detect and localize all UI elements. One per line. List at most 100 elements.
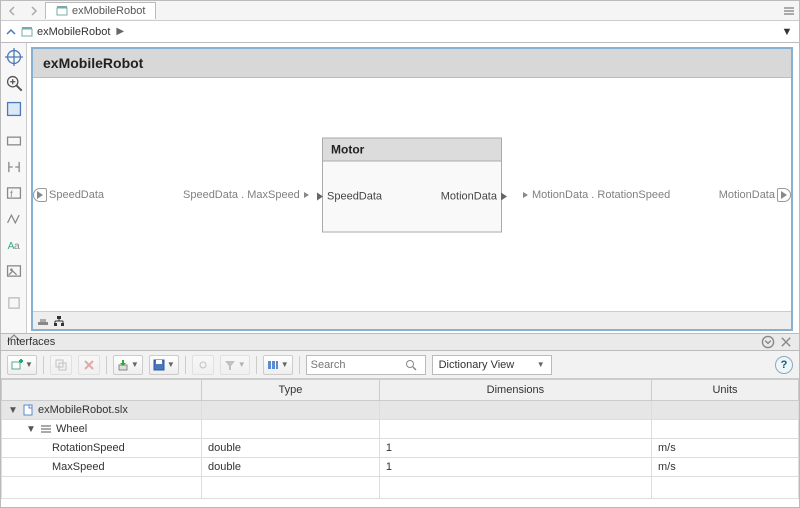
- table-row[interactable]: MaxSpeed double 1 m/s: [2, 458, 799, 477]
- input-port[interactable]: SpeedData: [33, 188, 104, 202]
- view-selector[interactable]: Dictionary View ▼: [432, 355, 552, 375]
- cell-dim[interactable]: [379, 401, 651, 420]
- arrow-right-icon: [523, 192, 528, 198]
- canvas-frame: exMobileRobot SpeedData MotionData Speed…: [31, 47, 793, 331]
- window-menu-icon[interactable]: [783, 5, 795, 17]
- chevron-down-icon: ▼: [281, 360, 289, 369]
- interface-icon: [40, 423, 52, 435]
- connector-out-label: MotionData . RotationSpeed: [523, 189, 670, 201]
- up-level-icon[interactable]: [5, 26, 17, 38]
- panel-close-icon[interactable]: [779, 335, 793, 349]
- canvas-footer: [33, 311, 791, 329]
- tool-bracket-icon[interactable]: [4, 157, 24, 177]
- row-label: RotationSpeed: [52, 442, 125, 454]
- tool-signal-icon[interactable]: [4, 209, 24, 229]
- block-input-port[interactable]: SpeedData: [317, 191, 382, 203]
- tool-image-icon[interactable]: [4, 261, 24, 281]
- col-dimensions[interactable]: Dimensions: [379, 380, 651, 401]
- table-row[interactable]: RotationSpeed double 1 m/s: [2, 439, 799, 458]
- tool-text-icon[interactable]: Aa: [4, 235, 24, 255]
- col-units[interactable]: Units: [651, 380, 798, 401]
- table-row-empty: [2, 477, 799, 499]
- arrow-right-icon: [304, 192, 309, 198]
- port-arrow-icon: [317, 193, 323, 201]
- cell-units[interactable]: [651, 420, 798, 439]
- tool-zoom-icon[interactable]: [4, 73, 24, 93]
- block-output-port[interactable]: MotionData: [441, 191, 507, 203]
- add-interface-button[interactable]: ▼: [7, 355, 37, 375]
- duplicate-button: [50, 355, 72, 375]
- nav-forward-icon[interactable]: [25, 3, 41, 19]
- search-icon: [405, 359, 417, 371]
- row-label: Wheel: [56, 423, 87, 435]
- output-port[interactable]: MotionData: [719, 188, 791, 202]
- cell-dim[interactable]: [379, 420, 651, 439]
- filter-button: ▼: [220, 355, 250, 375]
- breadcrumb-bar: exMobileRobot ▶ ▼: [1, 21, 799, 43]
- chevron-down-icon: ▼: [167, 360, 175, 369]
- panel-minimize-icon[interactable]: [761, 335, 775, 349]
- chevron-down-icon: ▼: [25, 360, 33, 369]
- link-button: [192, 355, 214, 375]
- delete-button: [78, 355, 100, 375]
- canvas-title: exMobileRobot: [33, 49, 791, 78]
- cell-units[interactable]: [651, 401, 798, 420]
- cell-units[interactable]: m/s: [651, 458, 798, 477]
- footer-stack-icon[interactable]: [37, 315, 49, 327]
- block-input-label: SpeedData: [327, 191, 382, 203]
- separator: [43, 356, 44, 374]
- left-toolbar: f Aa: [1, 43, 27, 333]
- tool-func-icon[interactable]: f: [4, 183, 24, 203]
- cell-type[interactable]: double: [202, 458, 380, 477]
- tool-fit-icon[interactable]: [4, 99, 24, 119]
- canvas-body[interactable]: SpeedData MotionData SpeedData . MaxSpee…: [33, 78, 791, 311]
- chevron-down-icon: ▼: [238, 360, 246, 369]
- output-port-label: MotionData: [719, 189, 775, 201]
- tree-toggle-icon[interactable]: ▼: [8, 405, 18, 416]
- tool-rect-icon[interactable]: [4, 131, 24, 151]
- cell-type[interactable]: [202, 420, 380, 439]
- panel-title: Interfaces: [7, 336, 55, 348]
- port-arrow-icon: [501, 193, 507, 201]
- svg-text:f: f: [10, 189, 13, 199]
- table-row[interactable]: ▼ Wheel: [2, 420, 799, 439]
- connector-text: SpeedData . MaxSpeed: [183, 189, 300, 201]
- cell-type[interactable]: [202, 401, 380, 420]
- tree-toggle-icon[interactable]: ▼: [26, 424, 36, 435]
- canvas-wrap: exMobileRobot SpeedData MotionData Speed…: [27, 43, 799, 333]
- view-selector-label: Dictionary View: [439, 359, 515, 371]
- columns-button[interactable]: ▼: [263, 355, 293, 375]
- block-title: Motor: [323, 139, 501, 162]
- cell-dim[interactable]: 1: [379, 439, 651, 458]
- cell-type[interactable]: double: [202, 439, 380, 458]
- model-icon: [56, 5, 68, 17]
- search-input[interactable]: [311, 359, 401, 371]
- nav-back-icon[interactable]: [5, 3, 21, 19]
- block-body: SpeedData MotionData: [323, 162, 501, 232]
- chevron-down-icon: ▼: [131, 360, 139, 369]
- separator: [185, 356, 186, 374]
- separator: [256, 356, 257, 374]
- tool-reticle-icon[interactable]: [4, 47, 24, 67]
- cell-dim[interactable]: 1: [379, 458, 651, 477]
- cell-units[interactable]: m/s: [651, 439, 798, 458]
- col-type[interactable]: Type: [202, 380, 380, 401]
- chevron-down-icon: ▼: [537, 360, 545, 369]
- col-name[interactable]: [2, 380, 202, 401]
- file-tab-label: exMobileRobot: [72, 5, 145, 17]
- tool-box-icon[interactable]: [4, 293, 24, 313]
- row-label: exMobileRobot.slx: [38, 404, 128, 416]
- footer-hierarchy-icon[interactable]: [53, 315, 65, 327]
- view-dropdown-icon[interactable]: ▼: [779, 26, 795, 38]
- connector-in-label: SpeedData . MaxSpeed: [183, 189, 309, 201]
- row-label: MaxSpeed: [52, 461, 105, 473]
- file-tab[interactable]: exMobileRobot: [45, 2, 156, 19]
- search-box[interactable]: [306, 355, 426, 375]
- table-row[interactable]: ▼ exMobileRobot.slx: [2, 401, 799, 420]
- port-badge-icon: [33, 188, 47, 202]
- breadcrumb-root[interactable]: exMobileRobot: [37, 26, 110, 38]
- import-button[interactable]: ▼: [113, 355, 143, 375]
- help-button[interactable]: ?: [775, 356, 793, 374]
- save-button[interactable]: ▼: [149, 355, 179, 375]
- motor-block[interactable]: Motor SpeedData MotionData: [322, 138, 502, 233]
